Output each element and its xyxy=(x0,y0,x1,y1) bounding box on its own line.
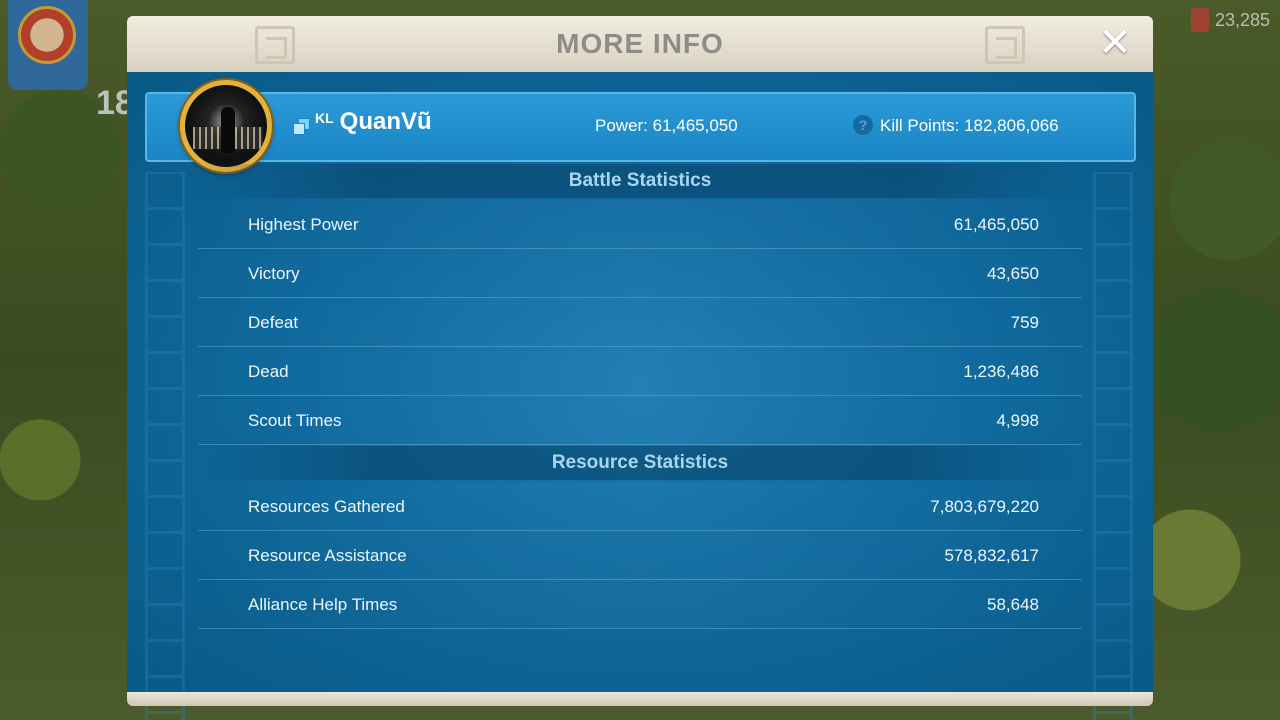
gem-icon xyxy=(1190,8,1209,32)
stat-value: 58,648 xyxy=(987,595,1039,614)
stat-value: 61,465,050 xyxy=(953,215,1039,234)
gems-value: 23,285 xyxy=(1214,9,1270,30)
stat-label: Victory xyxy=(248,264,300,283)
stat-row-resources-gathered: Resources Gathered 7,803,679,220 xyxy=(198,482,1082,531)
stat-row-alliance-help-times: Alliance Help Times 58,648 xyxy=(198,580,1082,629)
battle-statistics-title: Battle Statistics xyxy=(198,164,1082,198)
stat-label: Scout Times xyxy=(248,411,342,430)
player-kill-points: Kill Points: 182,806,066 xyxy=(880,116,1059,135)
close-icon[interactable]: ✕ xyxy=(1097,23,1133,63)
stat-row-victory: Victory 43,650 xyxy=(198,249,1082,298)
governor-portrait xyxy=(18,6,76,64)
stat-value: 43,650 xyxy=(987,264,1039,283)
resource-statistics-title: Resource Statistics xyxy=(198,446,1082,480)
stat-row-defeat: Defeat 759 xyxy=(198,298,1082,347)
player-power: Power: 61,465,050 xyxy=(595,116,738,135)
alliance-tag: KL xyxy=(315,110,334,126)
hud-gems: 23,285 xyxy=(1190,8,1270,32)
stat-row-dead: Dead 1,236,486 xyxy=(198,347,1082,396)
left-border-pattern xyxy=(145,172,185,720)
player-info: KL QuanVũ xyxy=(293,108,432,136)
avatar-person xyxy=(221,107,235,153)
stat-value: 7,803,679,220 xyxy=(930,497,1039,516)
stat-row-scout-times: Scout Times 4,998 xyxy=(198,396,1082,445)
help-icon[interactable]: ? xyxy=(853,115,873,135)
player-name: QuanVũ xyxy=(339,108,432,135)
copy-icon[interactable] xyxy=(293,118,310,135)
stat-row-resource-assistance: Resource Assistance 578,832,617 xyxy=(198,531,1082,580)
stat-value: 4,998 xyxy=(996,411,1039,430)
header-ornament-right xyxy=(985,26,1025,64)
dialog-header: MORE INFO ✕ xyxy=(127,16,1153,74)
stat-label: Dead xyxy=(248,362,289,381)
dialog-footer xyxy=(127,692,1153,706)
stat-label: Resource Assistance xyxy=(248,546,407,565)
stat-label: Resources Gathered xyxy=(248,497,405,516)
stat-value: 759 xyxy=(1010,313,1039,332)
stat-label: Highest Power xyxy=(248,215,359,234)
right-border-pattern xyxy=(1093,172,1133,720)
stat-row-highest-power: Highest Power 61,465,050 xyxy=(198,200,1082,249)
hud-governor-avatar xyxy=(8,0,88,90)
player-avatar[interactable] xyxy=(180,80,272,172)
stat-label: Alliance Help Times xyxy=(248,595,398,614)
stat-value: 1,236,486 xyxy=(963,362,1039,381)
stat-label: Defeat xyxy=(248,313,299,332)
stat-value: 578,832,617 xyxy=(944,546,1039,565)
